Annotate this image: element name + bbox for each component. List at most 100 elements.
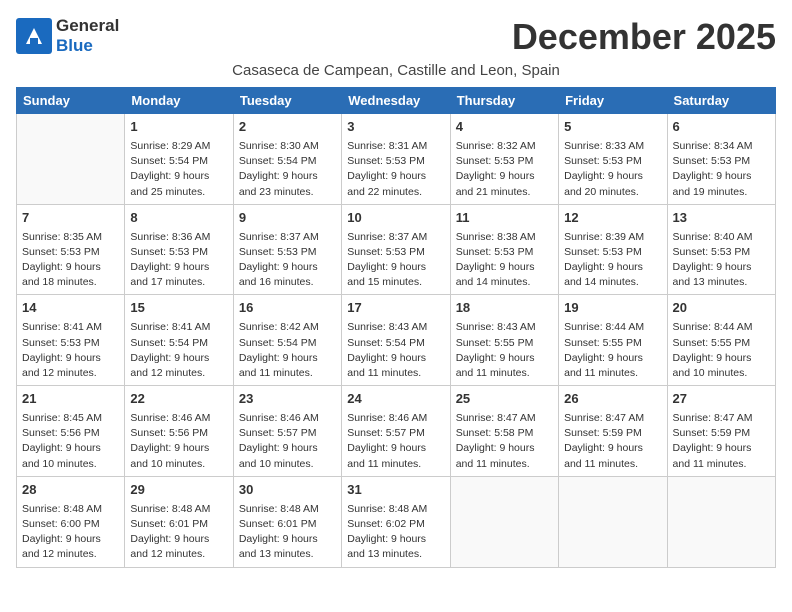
day-number: 25 — [456, 390, 553, 409]
day-number: 14 — [22, 299, 119, 318]
day-number: 12 — [564, 209, 661, 228]
location-subtitle: Casaseca de Campean, Castille and Leon, … — [16, 62, 776, 79]
day-number: 31 — [347, 481, 444, 500]
day-info: Sunrise: 8:42 AMSunset: 5:54 PMDaylight:… — [239, 320, 336, 381]
calendar-cell: 4Sunrise: 8:32 AMSunset: 5:53 PMDaylight… — [450, 114, 558, 205]
day-number: 6 — [673, 118, 770, 137]
day-header-monday: Monday — [125, 88, 233, 114]
day-number: 20 — [673, 299, 770, 318]
day-number: 28 — [22, 481, 119, 500]
day-number: 1 — [130, 118, 227, 137]
day-info: Sunrise: 8:44 AMSunset: 5:55 PMDaylight:… — [673, 320, 770, 381]
calendar-cell: 19Sunrise: 8:44 AMSunset: 5:55 PMDayligh… — [559, 295, 667, 386]
calendar-cell: 23 Sunrise: 8:46 AMSunset: 5:57 PMDayligh… — [233, 386, 341, 477]
day-info: Sunrise: 8:46 AMSunset: 5:56 PMDaylight:… — [130, 411, 227, 472]
day-info: Sunrise: 8:48 AMSunset: 6:02 PMDaylight:… — [347, 502, 444, 563]
day-info: Sunrise: 8:34 AMSunset: 5:53 PMDaylight:… — [673, 139, 770, 200]
day-info: Sunrise: 8:37 AMSunset: 5:53 PMDaylight:… — [239, 230, 336, 291]
calendar-cell: 7Sunrise: 8:35 AMSunset: 5:53 PMDaylight… — [17, 204, 125, 295]
day-number: 18 — [456, 299, 553, 318]
day-number: 23 — [239, 390, 336, 409]
day-header-sunday: Sunday — [17, 88, 125, 114]
day-number: 13 — [673, 209, 770, 228]
calendar-cell: 9Sunrise: 8:37 AMSunset: 5:53 PMDaylight… — [233, 204, 341, 295]
day-number: 8 — [130, 209, 227, 228]
calendar-cell — [450, 476, 558, 567]
day-number: 11 — [456, 209, 553, 228]
calendar-cell: 2 Sunrise: 8:30 AMSunset: 5:54 PMDaylight… — [233, 114, 341, 205]
calendar-table: SundayMondayTuesdayWednesdayThursdayFrid… — [16, 87, 776, 568]
calendar-cell: 16 Sunrise: 8:42 AMSunset: 5:54 PMDayligh… — [233, 295, 341, 386]
day-info: Sunrise: 8:48 AMSunset: 6:00 PMDaylight:… — [22, 502, 119, 563]
calendar-cell: 11Sunrise: 8:38 AMSunset: 5:53 PMDayligh… — [450, 204, 558, 295]
day-number: 17 — [347, 299, 444, 318]
day-header-tuesday: Tuesday — [233, 88, 341, 114]
calendar-cell: 15 Sunrise: 8:41 AMSunset: 5:54 PMDayligh… — [125, 295, 233, 386]
day-info: Sunrise: 8:47 AMSunset: 5:59 PMDaylight:… — [564, 411, 661, 472]
calendar-cell: 26 Sunrise: 8:47 AMSunset: 5:59 PMDayligh… — [559, 386, 667, 477]
calendar-cell: 31 Sunrise: 8:48 AMSunset: 6:02 PMDayligh… — [342, 476, 450, 567]
day-header-wednesday: Wednesday — [342, 88, 450, 114]
day-info: Sunrise: 8:47 AMSunset: 5:58 PMDaylight:… — [456, 411, 553, 472]
calendar-week-row: 1 Sunrise: 8:29 AMSunset: 5:54 PMDaylight… — [17, 114, 776, 205]
calendar-cell — [559, 476, 667, 567]
day-number: 3 — [347, 118, 444, 137]
calendar-cell: 25 Sunrise: 8:47 AMSunset: 5:58 PMDayligh… — [450, 386, 558, 477]
day-number: 27 — [673, 390, 770, 409]
day-info: Sunrise: 8:44 AMSunset: 5:55 PMDaylight:… — [564, 320, 661, 381]
day-number: 4 — [456, 118, 553, 137]
day-header-thursday: Thursday — [450, 88, 558, 114]
day-info: Sunrise: 8:40 AMSunset: 5:53 PMDaylight:… — [673, 230, 770, 291]
calendar-cell: 13 Sunrise: 8:40 AMSunset: 5:53 PMDayligh… — [667, 204, 775, 295]
day-number: 26 — [564, 390, 661, 409]
day-number: 16 — [239, 299, 336, 318]
calendar-cell: 21 Sunrise: 8:45 AMSunset: 5:56 PMDayligh… — [17, 386, 125, 477]
day-header-friday: Friday — [559, 88, 667, 114]
calendar-cell: 30Sunrise: 8:48 AMSunset: 6:01 PMDayligh… — [233, 476, 341, 567]
calendar-cell: 28 Sunrise: 8:48 AMSunset: 6:00 PMDayligh… — [17, 476, 125, 567]
calendar-cell: 18Sunrise: 8:43 AMSunset: 5:55 PMDayligh… — [450, 295, 558, 386]
calendar-week-row: 7Sunrise: 8:35 AMSunset: 5:53 PMDaylight… — [17, 204, 776, 295]
day-info: Sunrise: 8:48 AMSunset: 6:01 PMDaylight:… — [130, 502, 227, 563]
calendar-cell: 8 Sunrise: 8:36 AMSunset: 5:53 PMDaylight… — [125, 204, 233, 295]
day-info: Sunrise: 8:43 AMSunset: 5:54 PMDaylight:… — [347, 320, 444, 381]
day-info: Sunrise: 8:45 AMSunset: 5:56 PMDaylight:… — [22, 411, 119, 472]
calendar-cell: 12 Sunrise: 8:39 AMSunset: 5:53 PMDayligh… — [559, 204, 667, 295]
calendar-cell: 14Sunrise: 8:41 AMSunset: 5:53 PMDayligh… — [17, 295, 125, 386]
calendar-week-row: 14Sunrise: 8:41 AMSunset: 5:53 PMDayligh… — [17, 295, 776, 386]
calendar-cell — [17, 114, 125, 205]
month-title: December 2025 — [512, 16, 776, 58]
calendar-cell: 17 Sunrise: 8:43 AMSunset: 5:54 PMDayligh… — [342, 295, 450, 386]
day-number: 2 — [239, 118, 336, 137]
day-info: Sunrise: 8:30 AMSunset: 5:54 PMDaylight:… — [239, 139, 336, 200]
calendar-cell: 22Sunrise: 8:46 AMSunset: 5:56 PMDayligh… — [125, 386, 233, 477]
calendar-cell: 20 Sunrise: 8:44 AMSunset: 5:55 PMDayligh… — [667, 295, 775, 386]
day-info: Sunrise: 8:33 AMSunset: 5:53 PMDaylight:… — [564, 139, 661, 200]
calendar-cell: 10Sunrise: 8:37 AMSunset: 5:53 PMDayligh… — [342, 204, 450, 295]
day-info: Sunrise: 8:48 AMSunset: 6:01 PMDaylight:… — [239, 502, 336, 563]
calendar-header-row: SundayMondayTuesdayWednesdayThursdayFrid… — [17, 88, 776, 114]
calendar-week-row: 28 Sunrise: 8:48 AMSunset: 6:00 PMDayligh… — [17, 476, 776, 567]
day-number: 29 — [130, 481, 227, 500]
calendar-cell: 5 Sunrise: 8:33 AMSunset: 5:53 PMDaylight… — [559, 114, 667, 205]
calendar-cell: 24Sunrise: 8:46 AMSunset: 5:57 PMDayligh… — [342, 386, 450, 477]
day-header-saturday: Saturday — [667, 88, 775, 114]
day-number: 5 — [564, 118, 661, 137]
logo-blue: Blue — [56, 36, 93, 55]
day-number: 15 — [130, 299, 227, 318]
day-info: Sunrise: 8:36 AMSunset: 5:53 PMDaylight:… — [130, 230, 227, 291]
day-info: Sunrise: 8:46 AMSunset: 5:57 PMDaylight:… — [239, 411, 336, 472]
calendar-cell: 29 Sunrise: 8:48 AMSunset: 6:01 PMDayligh… — [125, 476, 233, 567]
calendar-cell: 6 Sunrise: 8:34 AMSunset: 5:53 PMDaylight… — [667, 114, 775, 205]
day-info: Sunrise: 8:39 AMSunset: 5:53 PMDaylight:… — [564, 230, 661, 291]
logo-icon — [16, 18, 52, 54]
day-info: Sunrise: 8:31 AMSunset: 5:53 PMDaylight:… — [347, 139, 444, 200]
day-info: Sunrise: 8:41 AMSunset: 5:54 PMDaylight:… — [130, 320, 227, 381]
day-info: Sunrise: 8:35 AMSunset: 5:53 PMDaylight:… — [22, 230, 119, 291]
day-number: 21 — [22, 390, 119, 409]
day-info: Sunrise: 8:29 AMSunset: 5:54 PMDaylight:… — [130, 139, 227, 200]
calendar-cell: 3 Sunrise: 8:31 AMSunset: 5:53 PMDaylight… — [342, 114, 450, 205]
logo: General Blue — [16, 16, 119, 56]
logo-general: General — [56, 16, 119, 36]
calendar-week-row: 21 Sunrise: 8:45 AMSunset: 5:56 PMDayligh… — [17, 386, 776, 477]
